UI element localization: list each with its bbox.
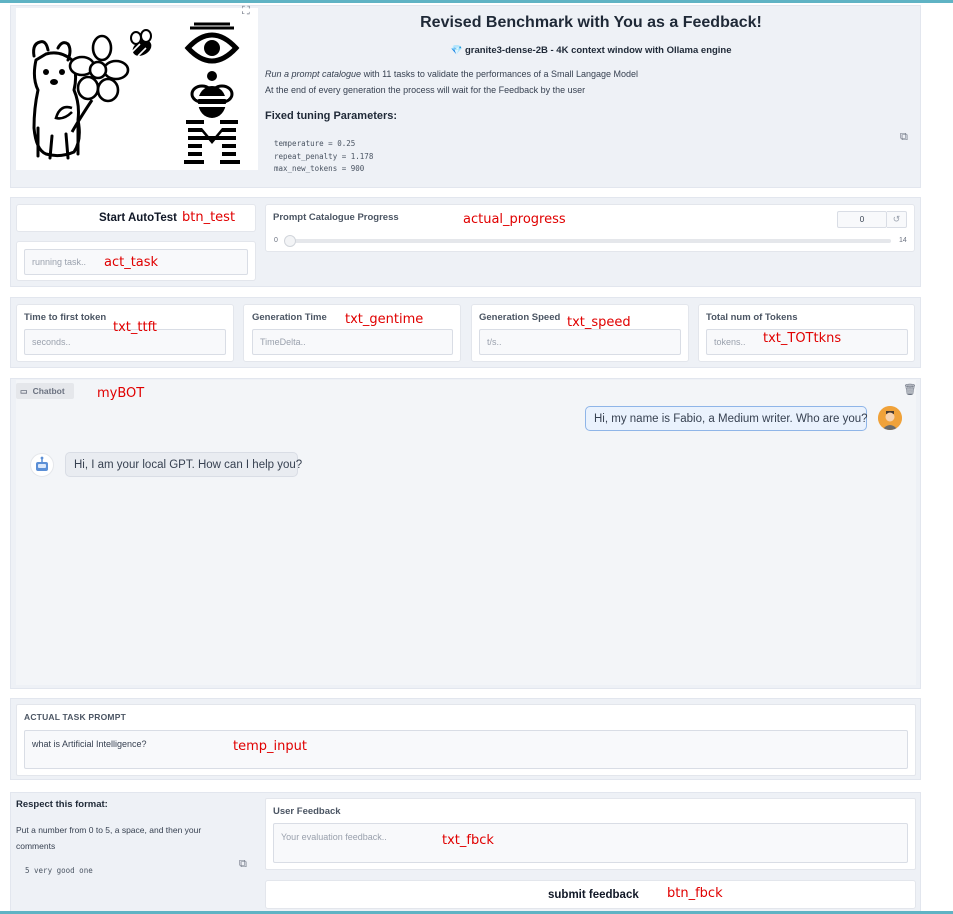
copy-icon[interactable]: ⧉ bbox=[239, 859, 247, 870]
user-avatar-graphic bbox=[878, 406, 902, 430]
annotation-txt-tottkns: txt_TOTtkns bbox=[763, 331, 842, 346]
bot-message: Hi, I am your local GPT. How can I help … bbox=[65, 452, 302, 477]
progress-number-value: 0 bbox=[859, 215, 865, 224]
bot-avatar bbox=[30, 453, 54, 477]
user-avatar bbox=[878, 406, 902, 430]
logo-image bbox=[16, 8, 258, 170]
user-feedback-placeholder: Your evaluation feedback.. bbox=[281, 832, 387, 842]
start-autotest-label: Start AutoTest bbox=[99, 212, 177, 224]
annotation-act-task: act_task bbox=[104, 255, 159, 270]
annotation-mybot: myBOT bbox=[97, 386, 145, 401]
chatbot-label: Chatbot bbox=[32, 386, 65, 396]
chat-icon: ▭ bbox=[20, 386, 28, 396]
trash-icon[interactable]: 🗑 bbox=[903, 385, 917, 396]
chatbot-tag: ▭ Chatbot bbox=[16, 383, 74, 399]
annotation-btn-test: btn_test bbox=[182, 210, 236, 225]
metric-label: Generation Speed bbox=[479, 312, 561, 323]
task-prompt-text: what is Artificial Intelligence? bbox=[32, 739, 147, 749]
submit-feedback-label: submit feedback bbox=[548, 888, 639, 901]
reset-icon: ↺ bbox=[892, 214, 901, 224]
metric-label: Total num of Tokens bbox=[706, 312, 798, 323]
format-text: Put a number from 0 to 5, a space, and t… bbox=[16, 825, 202, 851]
fullscreen-icon[interactable]: ⛶ bbox=[242, 6, 250, 17]
params-code: temperature = 0.25 repeat_penalty = 1.17… bbox=[274, 138, 373, 176]
top-accent-bar bbox=[0, 0, 953, 3]
param-line: max_new_tokens = 900 bbox=[274, 164, 365, 173]
description-line-1: Run a prompt catalogue with 11 tasks to … bbox=[265, 69, 638, 79]
description-line-2: At the end of every generation the proce… bbox=[265, 85, 586, 95]
page-title: Revised Benchmark with You as a Feedback… bbox=[420, 14, 762, 31]
slider-max-label: 14 bbox=[899, 237, 907, 244]
annotation-btn-fbck: btn_fbck bbox=[667, 886, 723, 901]
format-heading: Respect this format: bbox=[16, 799, 108, 810]
task-prompt-label: ACTUAL TASK PROMPT bbox=[24, 712, 126, 722]
user-feedback-label: User Feedback bbox=[273, 806, 341, 817]
progress-label: Prompt Catalogue Progress bbox=[273, 212, 399, 223]
robot-icon bbox=[36, 456, 48, 471]
metric-label: Generation Time bbox=[252, 312, 327, 323]
user-message-text: Hi, my name is Fabio, a Medium writer. W… bbox=[594, 412, 868, 425]
annotation-txt-fbck: txt_fbck bbox=[442, 833, 494, 848]
model-line: 💎 granite3-dense-2B - 4K context window … bbox=[262, 45, 920, 56]
submit-feedback-button[interactable]: submit feedback bbox=[265, 880, 916, 909]
annotation-txt-speed: txt_speed bbox=[567, 315, 631, 330]
annotation-txt-gentime: txt_gentime bbox=[345, 312, 424, 327]
description-italic: Run a prompt catalogue bbox=[265, 69, 362, 79]
description-rest: with 11 tasks to validate the performanc… bbox=[361, 69, 639, 79]
model-line-text: granite3-dense-2B - 4K context window wi… bbox=[464, 45, 732, 56]
llama-ibm-bee-illustration bbox=[32, 22, 240, 164]
speed-field[interactable]: t/s.. bbox=[479, 329, 681, 355]
annotation-txt-ttft: txt_ttft bbox=[113, 320, 158, 335]
annotation-actual-progress: actual_progress bbox=[463, 212, 566, 227]
format-example: 5 very good one bbox=[25, 866, 93, 875]
user-message: Hi, my name is Fabio, a Medium writer. W… bbox=[585, 406, 868, 431]
copy-icon[interactable]: ⧉ bbox=[900, 132, 908, 143]
slider-min-label: 0 bbox=[274, 237, 278, 244]
progress-slider-track[interactable] bbox=[285, 239, 891, 243]
metric-label: Time to first token bbox=[24, 312, 107, 323]
progress-slider-thumb[interactable] bbox=[284, 235, 296, 247]
param-line: temperature = 0.25 bbox=[274, 139, 356, 148]
params-heading: Fixed tuning Parameters: bbox=[265, 110, 398, 122]
progress-number-input[interactable]: 0 bbox=[837, 211, 887, 228]
param-line: repeat_penalty = 1.178 bbox=[274, 151, 374, 161]
reset-button[interactable]: ↺ bbox=[887, 211, 907, 228]
gem-icon: 💎 bbox=[450, 45, 463, 56]
gentime-field[interactable]: TimeDelta.. bbox=[252, 329, 453, 355]
user-feedback-field[interactable]: Your evaluation feedback.. bbox=[273, 823, 908, 863]
bot-message-text: Hi, I am your local GPT. How can I help … bbox=[74, 458, 303, 471]
annotation-temp-input: temp_input bbox=[233, 739, 307, 754]
task-prompt-field[interactable]: what is Artificial Intelligence? bbox=[24, 730, 908, 769]
